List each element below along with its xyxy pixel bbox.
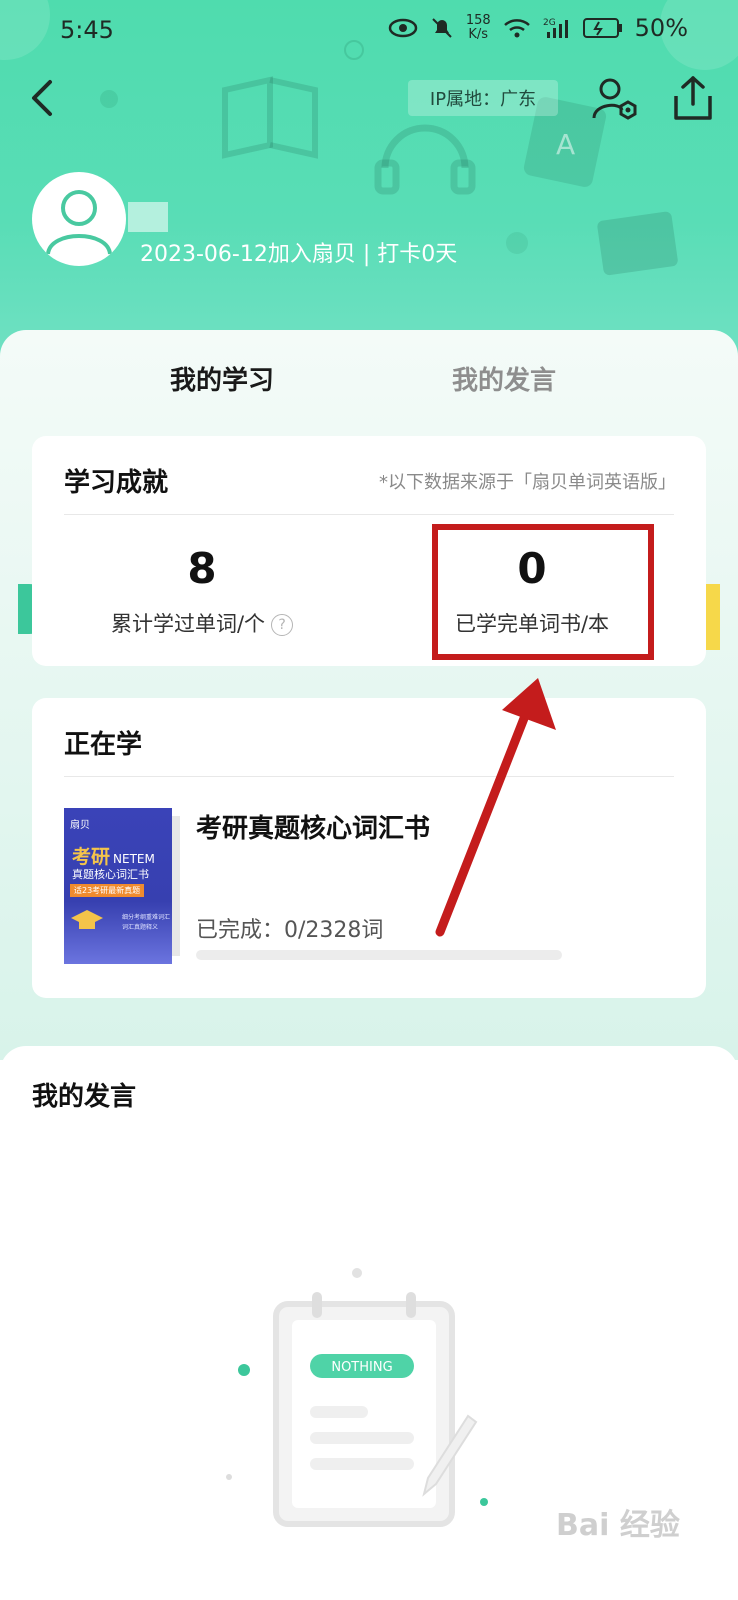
book-doodle-icon [222,76,318,159]
cover-sub-en: NETEM [113,852,155,866]
posts-title: 我的发言 [32,1082,137,1112]
signal-label: 2G [543,18,556,28]
cell-signal-icon: 2G [543,18,568,38]
book-title[interactable]: 考研真题核心词汇书 [196,808,430,845]
net-speed-value: 158 [465,13,491,28]
words-learned-label-text: 累计学过单词/个 [110,612,266,636]
divider [64,776,674,777]
cover-line-2: 词汇真题释义 [122,924,159,931]
cover-tag: 适23考研最新真题 [70,884,145,897]
book-shadow [172,816,180,956]
ip-location-badge: IP属地：广东 [408,80,558,116]
baidu-watermark-logo: Bai 经验 [556,1508,680,1543]
tab-label: 我的发言 [452,366,557,396]
cover-main: 考研 [72,846,111,868]
progress-bar [196,950,562,960]
status-time: 5:45 [60,16,114,44]
help-icon[interactable]: ? [271,614,294,636]
book-cover[interactable]: 扇贝 考研 NETEM 真题核心词汇书 适23考研最新真题 细分考纲重难词汇 词汇… [64,808,172,964]
tab-label: 我的学习 [170,366,275,396]
decor-bubble [100,90,118,108]
net-speed-unit: K/s [468,27,489,42]
tab-my-posts[interactable]: 我的发言 [452,360,556,397]
net-speed: 158 K/s [466,14,491,42]
profile-header: A 5:45 158 K/s 2G 50% IP属地：广东 2023-06-12… [0,0,738,370]
status-icons: 158 K/s 2G 50% [388,14,688,42]
wifi-icon [503,19,530,38]
avatar[interactable] [32,172,126,266]
book-progress-text: 已完成：0/2328词 [196,918,384,943]
cover-brand: 扇贝 [70,820,90,831]
studying-title: 正在学 [64,730,143,760]
cover-main-title: 考研 NETEM [72,842,155,869]
svg-text:A: A [556,128,575,161]
code-doodle-icon [597,211,678,276]
mute-bell-icon [432,18,452,38]
words-learned-label[interactable]: 累计学过单词/个? [52,608,352,638]
decor-bubble [506,232,528,254]
profile-tabs: 我的学习 我的发言 [0,360,738,410]
back-arrow-icon[interactable] [22,76,62,120]
username-redacted [128,202,168,232]
data-source-note: *以下数据来源于「扇贝单词英语版」 [379,472,676,493]
tab-my-learning[interactable]: 我的学习 [154,360,275,397]
empty-clipboard-icon: NOTHING [273,1292,478,1527]
graduation-cap-icon [71,910,103,929]
empty-tag-text: NOTHING [331,1360,392,1375]
annotation-highlight-box [432,524,654,660]
cover-subtitle: 真题核心词汇书 [72,868,149,881]
divider [64,514,674,515]
currently-studying-card[interactable]: 正在学 扇贝 考研 NETEM 真题核心词汇书 适23考研最新真题 细分考纲重难词… [32,698,706,998]
achievement-title: 学习成就 [64,468,169,498]
share-icon[interactable] [670,74,716,124]
battery-percent: 50% [634,14,688,42]
eye-icon [388,18,418,38]
join-info: 2023-06-12加入扇贝 | 打卡0天 [140,242,458,267]
status-bar: 5:45 158 K/s 2G 50% [0,0,738,60]
user-settings-icon[interactable] [590,74,640,124]
cover-line-1: 细分考纲重难词汇 [122,914,171,921]
default-user-icon [46,190,112,255]
annotation-arrow-icon [435,678,556,937]
battery-icon [582,18,622,38]
words-learned-count: 8 [187,544,217,593]
headphones-doodle-icon [374,124,476,195]
